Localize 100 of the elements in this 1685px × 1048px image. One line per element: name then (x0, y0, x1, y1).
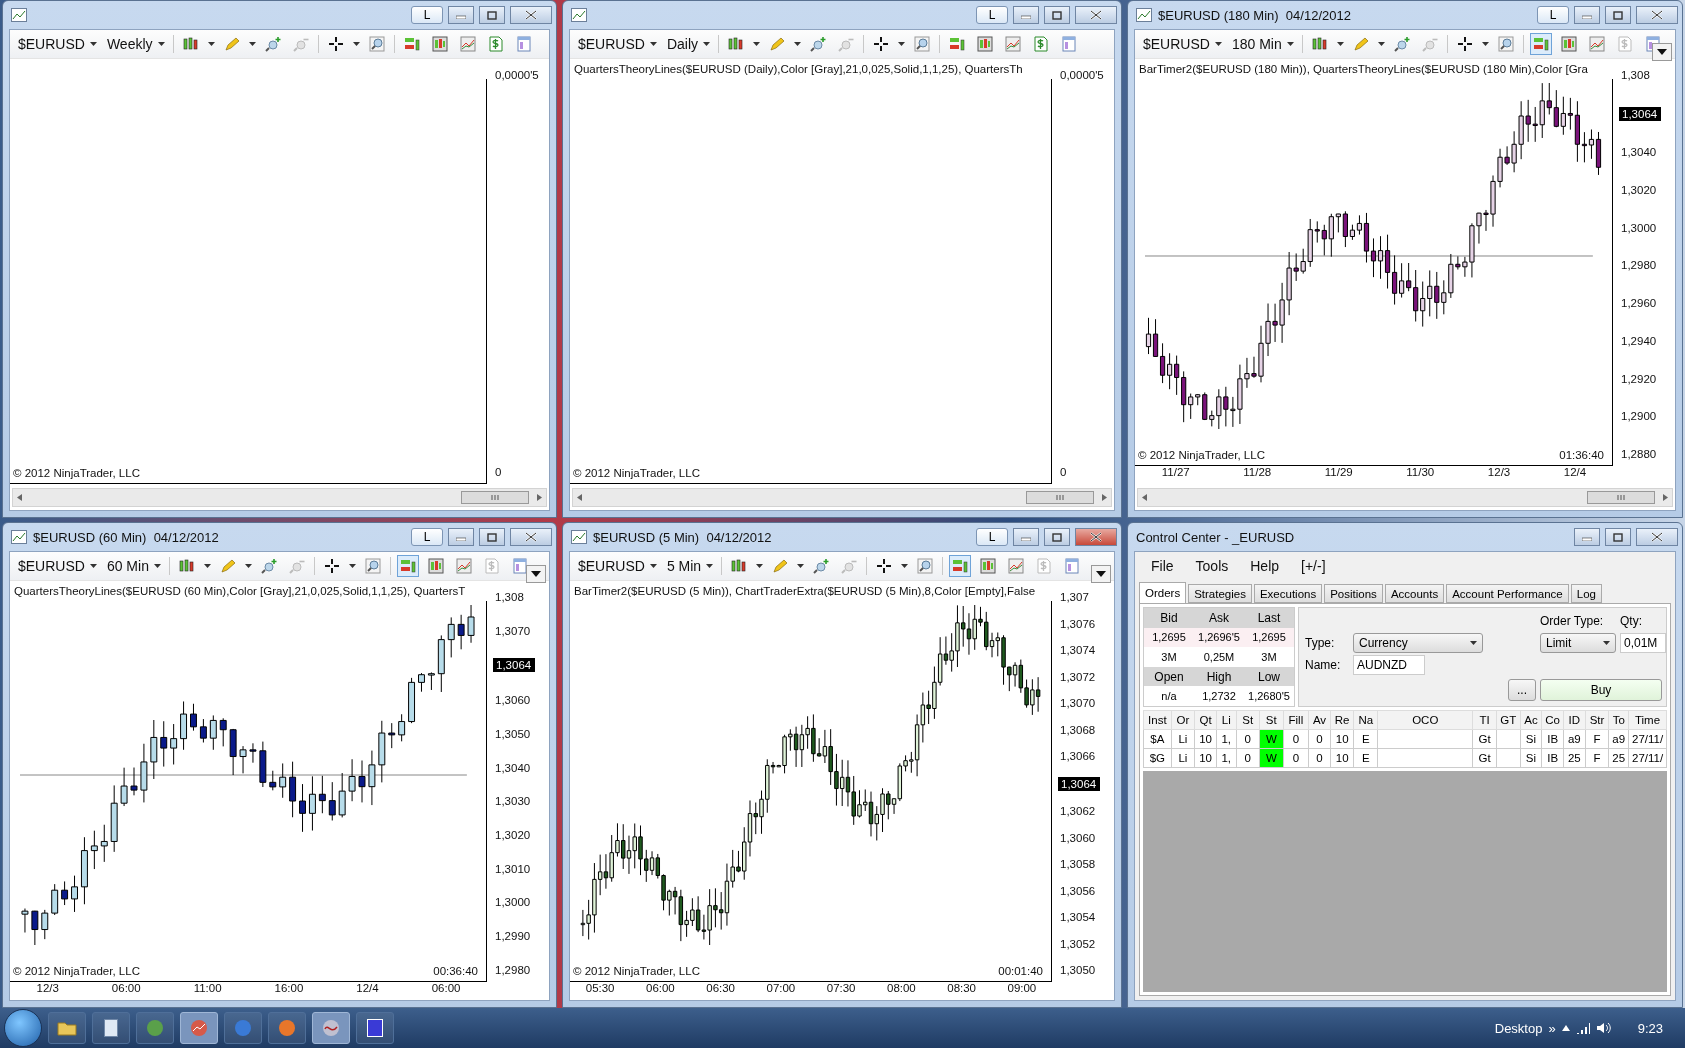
interval-dropdown[interactable]: 60 Min (104, 558, 163, 574)
copyright-text: © 2012 NinjaTrader, LLC (13, 467, 140, 479)
menu-item[interactable]: [+/-] (1301, 558, 1326, 574)
instrument-dropdown[interactable]: $EURUSD (576, 36, 659, 52)
axis-label: 1,2990 (494, 930, 532, 943)
column-header: Fill (1283, 710, 1309, 730)
table-cell: 10 (1194, 748, 1217, 768)
table-cell: 1, (1216, 729, 1237, 749)
axis-label: 1,308 (1620, 69, 1651, 81)
order-type-label: Order Type: (1540, 614, 1605, 628)
table-cell: 0 (1283, 729, 1309, 749)
table-cell: $G (1143, 748, 1172, 768)
link-button[interactable]: L (411, 528, 443, 546)
table-cell: 25 (1608, 748, 1629, 768)
bar-timer: 00:36:40 (433, 965, 478, 977)
axis-label: 1,3060 (494, 694, 532, 707)
column-header: Inst (1143, 710, 1172, 730)
interval-dropdown[interactable]: Daily (664, 36, 713, 52)
axis-label: 1,3050 (1059, 964, 1097, 976)
axis-label: 1,3056 (1059, 884, 1097, 897)
axis-label: 1,3060 (1059, 831, 1097, 844)
column-header: Re (1330, 710, 1354, 730)
table-cell: IB (1541, 729, 1564, 749)
axis-label: 1,3000 (494, 896, 532, 909)
axis-label: 1,2900 (1620, 410, 1658, 423)
column-header: High (1194, 666, 1244, 687)
tab[interactable]: Positions (1324, 584, 1383, 603)
buy-button[interactable]: Buy (1540, 679, 1662, 701)
clock[interactable]: 9:23 (1637, 1020, 1663, 1036)
axis-label: 11/30 (1406, 466, 1435, 480)
instrument-dropdown[interactable]: $EURUSD (1141, 36, 1224, 52)
type-label: Type: (1305, 636, 1336, 650)
table-cell: 27/11/ (1628, 729, 1667, 749)
table-cell: 10 (1330, 729, 1354, 749)
instrument-dropdown[interactable]: $EURUSD (16, 558, 99, 574)
axis-label: 06:00 (431, 982, 461, 996)
axis-label: 1,3050 (494, 727, 532, 740)
axis-label: 0,0000'5 (494, 69, 540, 81)
interval-dropdown[interactable]: 180 Min (1229, 36, 1296, 52)
table-cell: Gt (1472, 729, 1497, 749)
column-header: Bid (1144, 608, 1194, 628)
column-header: St (1259, 710, 1284, 730)
column-header: Time (1628, 710, 1667, 730)
tab[interactable]: Accounts (1384, 584, 1445, 603)
axis-label: 08:00 (887, 982, 916, 996)
axis-label: 1,3020 (494, 829, 532, 842)
indicator-label: BarTimer2($EURUSD (5 Min)), ChartTraderExtra($EURUSD (5 Min),8,Color [Empty],False (573, 584, 1037, 599)
menu-item[interactable]: File (1151, 558, 1174, 574)
table-cell: 0 (1236, 729, 1260, 749)
column-header: Str (1585, 710, 1609, 730)
axis-label: 1,2920 (1620, 372, 1658, 385)
qty-field[interactable]: 0,01M (1620, 633, 1666, 653)
column-header: Open (1144, 666, 1194, 687)
type-dropdown[interactable]: Currency (1353, 633, 1483, 653)
interval-dropdown[interactable]: 5 Min (664, 558, 716, 574)
table-cell: 0 (1308, 748, 1331, 768)
axis-label: 1,3020 (1620, 184, 1658, 197)
menu-item[interactable]: Help (1250, 558, 1280, 574)
axis-label: 05:30 (585, 982, 615, 996)
column-header: Ask (1194, 608, 1244, 628)
link-button[interactable]: L (411, 6, 443, 24)
link-button[interactable]: L (976, 528, 1008, 546)
axis-label: 0 (494, 466, 503, 478)
axis-label: 1,3054 (1059, 911, 1097, 923)
axis-label: 11/28 (1243, 466, 1272, 480)
price-value: 1,2695 (1244, 627, 1294, 648)
window-title: $EURUSD (180 Min) 04/12/2012 (1158, 7, 1352, 23)
window-title: $EURUSD (60 Min) 04/12/2012 (33, 529, 220, 545)
instrument-dropdown[interactable]: $EURUSD (576, 558, 659, 574)
link-button[interactable]: L (1537, 6, 1569, 24)
interval-dropdown[interactable]: Weekly (104, 36, 167, 52)
menu-item[interactable]: Tools (1195, 558, 1229, 574)
more-button[interactable]: ... (1508, 679, 1536, 701)
instrument-dropdown[interactable]: $EURUSD (16, 36, 99, 52)
axis-label: 1,2880 (1620, 447, 1658, 460)
axis-label: 12/3 (1487, 466, 1511, 480)
window-title: $EURUSD (5 Min) 04/12/2012 (593, 529, 773, 545)
order-type-dropdown[interactable]: Limit (1540, 633, 1616, 653)
axis-label: 07:00 (766, 982, 796, 996)
axis-label: 12/4 (1563, 466, 1587, 480)
table-cell: Gt (1472, 748, 1497, 768)
column-header: Ac (1520, 710, 1542, 730)
tab[interactable]: Strategies (1188, 584, 1252, 603)
column-header: Av (1308, 710, 1331, 730)
chevron-text[interactable]: » (1548, 1020, 1556, 1036)
axis-label: 1,2940 (1620, 334, 1658, 347)
axis-label: 09:00 (1007, 982, 1037, 996)
axis-label: 06:30 (706, 982, 735, 996)
axis-label: 16:00 (274, 982, 304, 996)
tab[interactable]: Orders (1139, 582, 1187, 603)
tab[interactable]: Executions (1253, 584, 1323, 603)
bar-timer: 01:36:40 (1559, 449, 1604, 461)
link-button[interactable]: L (976, 6, 1008, 24)
desktop-toolbar-label[interactable]: Desktop (1494, 1020, 1543, 1036)
tab[interactable]: Account Performance (1446, 584, 1569, 603)
tab[interactable]: Log (1570, 584, 1602, 603)
axis-label: 1,3066 (1059, 750, 1097, 762)
name-field[interactable]: AUDNZD (1353, 655, 1425, 675)
table-cell: E (1354, 729, 1378, 749)
table-cell: E (1354, 748, 1378, 768)
